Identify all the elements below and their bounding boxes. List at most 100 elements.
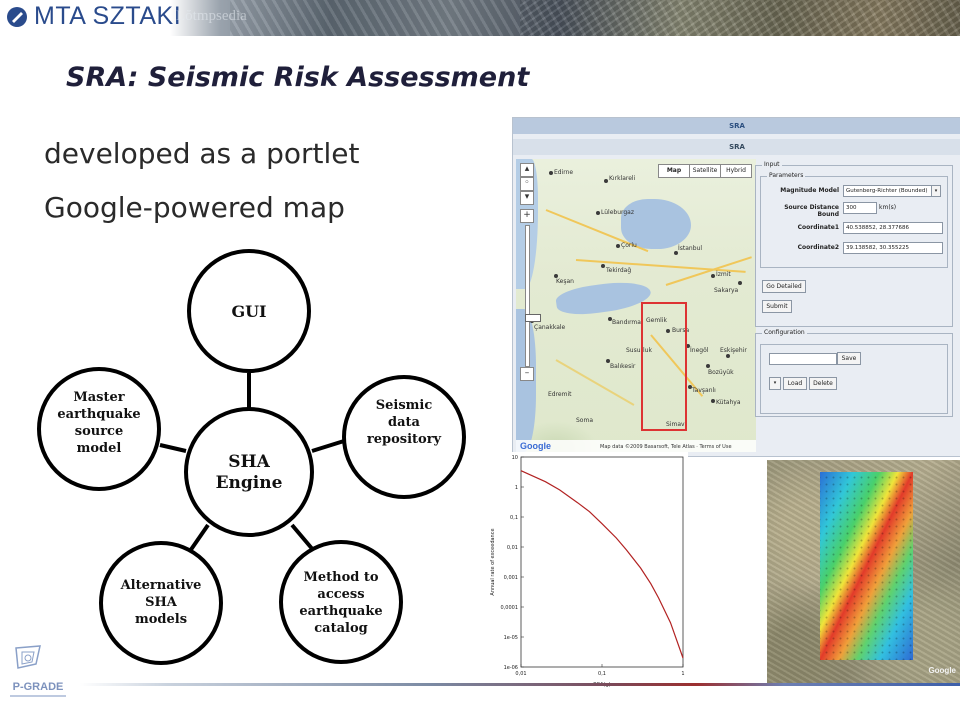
connector-line	[159, 443, 187, 453]
slide-title: SRA: Seismic Risk Assessment	[66, 62, 530, 93]
architecture-diagram: GUI Seismic data repository Method to ac…	[37, 249, 466, 665]
map-zoom-control[interactable]: ▴ ◦ ▾ + –	[520, 163, 541, 381]
zoom-slider-thumb[interactable]	[525, 314, 541, 322]
configuration-legend: Configuration	[762, 329, 807, 336]
hazard-grid-dots	[820, 472, 913, 660]
city-label: Eskişehir	[720, 347, 747, 354]
hazard-overlay	[820, 472, 913, 660]
city-dot	[596, 211, 600, 215]
node-label: repository	[367, 432, 442, 447]
connector-line	[188, 523, 210, 553]
x-tick-label: 0,1	[598, 671, 606, 677]
node-label: source	[75, 424, 123, 439]
distance-bound-input[interactable]: 300	[843, 202, 877, 214]
connector-line	[311, 439, 345, 453]
node-label: earthquake	[299, 604, 382, 619]
google-map[interactable]: Edirne Kırklareli Lüleburgaz Çorlu Tekir…	[516, 159, 756, 452]
delete-button[interactable]: Delete	[809, 377, 837, 390]
save-button[interactable]: Save	[837, 352, 861, 365]
city-label: Sakarya	[714, 287, 739, 294]
node-label: earthquake	[57, 407, 140, 422]
coordinate1-input[interactable]: 40.538852, 28.377686	[843, 222, 943, 234]
zoom-slider-track[interactable]	[525, 225, 541, 367]
hazard-map-image: Google	[767, 460, 960, 685]
load-button[interactable]: Load	[783, 377, 807, 390]
hazard-curve-chart: 1010,10,010,0010,00011e-051e-06 0,01 0,1 1…	[485, 452, 688, 690]
google-logo[interactable]: Google	[520, 441, 551, 451]
node-label: data	[388, 415, 421, 430]
y-tick-label: 1	[515, 485, 518, 491]
configuration-name-input[interactable]	[769, 353, 837, 365]
configuration-inner: Save ▾ Load Delete	[760, 344, 948, 414]
city-dot	[549, 171, 553, 175]
city-label: Kırklareli	[609, 175, 636, 182]
map-type-satellite-button[interactable]: Satellite	[689, 164, 721, 178]
city-dot	[616, 244, 620, 248]
city-label: Kütahya	[716, 399, 741, 406]
map-attribution[interactable]: Map data ©2009 Basarsoft, Tele Atlas · T…	[600, 444, 732, 450]
y-axis-label: Annual rate of exceedance	[490, 528, 496, 595]
node-label: Alternative	[120, 578, 202, 593]
city-dot	[604, 179, 608, 183]
bullet-point: Google-powered map	[44, 191, 345, 224]
zoom-in-button[interactable]: +	[520, 209, 534, 223]
map-type-map-button[interactable]: Map	[658, 164, 690, 178]
sra-portlet: SRA SRA Edirne Kırklareli Lüleburgaz Çor…	[512, 117, 960, 457]
sztaki-logo-icon	[7, 7, 27, 27]
city-dot	[726, 354, 730, 358]
node-catalog-access-method	[279, 540, 403, 664]
city-label: Bozüyük	[708, 369, 734, 376]
input-legend: Input	[762, 161, 782, 168]
parameters-legend: Parameters	[767, 172, 806, 179]
city-label: Edremit	[548, 391, 572, 398]
city-label: Tavşanlı	[692, 387, 716, 394]
city-dot	[738, 281, 742, 285]
city-label: Çorlu	[621, 242, 637, 249]
distance-unit: km(s)	[879, 204, 897, 211]
coordinate2-input[interactable]: 39.138582, 30.355225	[843, 242, 943, 254]
pgrade-logo: P-GRADE	[10, 645, 66, 697]
google-logo: Google	[928, 666, 956, 675]
x-tick-label: 1	[681, 671, 684, 677]
y-tick-label: 1e-05	[504, 635, 518, 641]
city-dot	[711, 274, 715, 278]
city-label: Lüleburgaz	[601, 209, 635, 216]
y-tick-label: 0,1	[510, 515, 518, 521]
city-label: İzmit	[716, 271, 731, 278]
pgrade-logo-text: P-GRADE	[13, 681, 64, 693]
y-tick-label: 0,0001	[501, 605, 519, 611]
bullet-point: developed as a portlet	[44, 137, 360, 170]
configuration-dropdown-icon[interactable]: ▾	[769, 377, 781, 390]
pan-up-button[interactable]: ▴	[520, 163, 534, 177]
zoom-out-button[interactable]: –	[520, 367, 534, 381]
city-label: Bandırma	[612, 319, 641, 326]
city-label: İstanbul	[678, 245, 703, 252]
pan-down-button[interactable]: ▾	[520, 191, 534, 205]
y-tick-label: 0,001	[504, 575, 518, 581]
selected-region-rectangle[interactable]	[641, 302, 687, 431]
y-tick-label: 0,01	[507, 545, 518, 551]
city-label: Balıkesir	[610, 363, 636, 370]
configuration-fieldset: Configuration Save ▾ Load Delete	[755, 329, 953, 417]
center-label: Engine	[216, 473, 283, 493]
portlet-title-bar: SRA	[513, 118, 960, 134]
magnitude-model-label: Magnitude Model	[780, 187, 839, 194]
map-type-hybrid-button[interactable]: Hybrid	[720, 164, 752, 178]
submit-button[interactable]: Submit	[762, 300, 792, 313]
city-label: Soma	[576, 417, 594, 424]
magnitude-model-select[interactable]: Gutenberg-Richter (Bounded)	[843, 185, 933, 197]
node-label: models	[135, 612, 187, 627]
banner-texture-overlay	[520, 0, 960, 36]
node-label: catalog	[314, 621, 367, 636]
go-detailed-button[interactable]: Go Detailed	[762, 280, 806, 293]
city-dot	[706, 364, 710, 368]
sra-input-form: Input Parameters Magnitude Model Gutenbe…	[755, 161, 955, 451]
input-fieldset: Input Parameters Magnitude Model Gutenbe…	[755, 161, 953, 327]
sztaki-logo-text: MTA SZTAKI	[34, 2, 182, 30]
pan-center-button[interactable]: ◦	[520, 177, 534, 191]
x-tick-label: 0,01	[515, 671, 526, 677]
node-label: Seismic	[376, 398, 433, 413]
header-banner: MTA SZTAKI Lŏtmpsedia	[0, 0, 960, 36]
magnitude-dropdown-icon[interactable]: ▾	[931, 185, 941, 197]
city-label: İnegöl	[690, 347, 709, 354]
